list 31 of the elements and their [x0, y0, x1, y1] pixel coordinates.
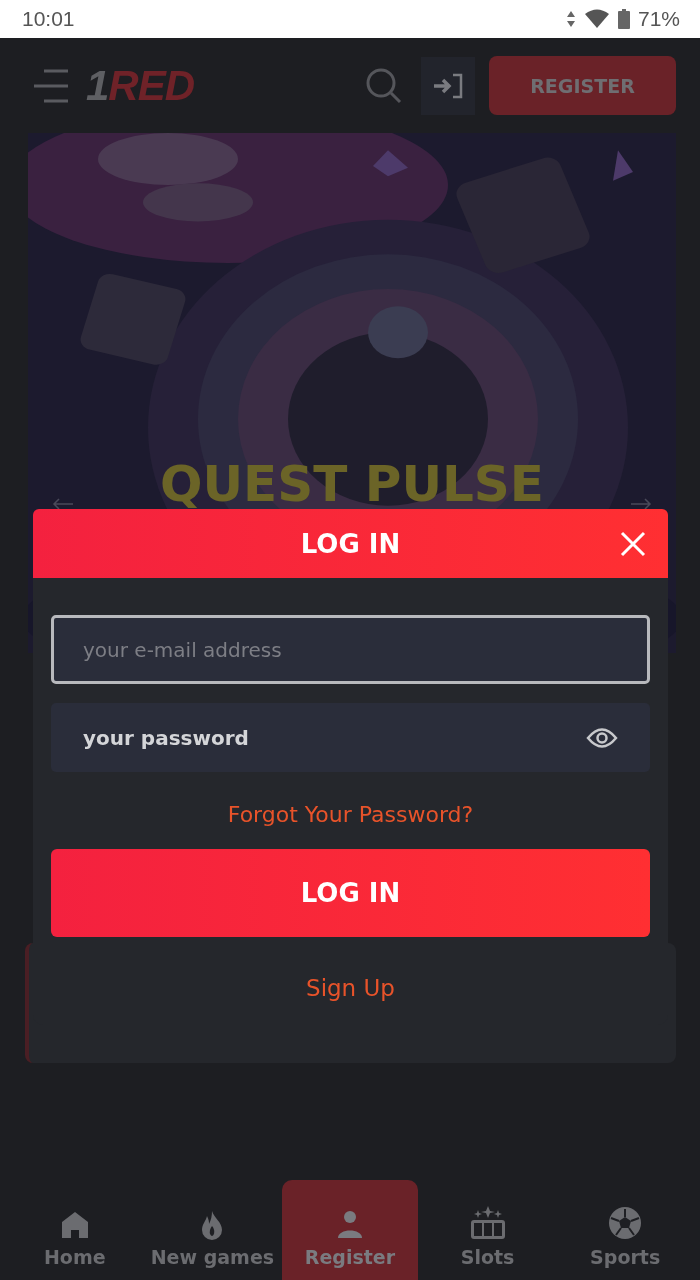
eye-icon[interactable]	[586, 727, 618, 749]
email-field[interactable]: your e-mail address	[51, 615, 650, 684]
slot-machine-icon	[469, 1206, 506, 1240]
data-arrows-icon	[565, 10, 576, 28]
home-icon	[59, 1210, 90, 1240]
right-arrow-icon[interactable]	[630, 498, 652, 510]
logo[interactable]: 1RED	[86, 61, 195, 110]
modal-title: LOG IN	[300, 528, 401, 559]
soccer-ball-icon	[608, 1206, 643, 1240]
nav-tab[interactable]: Home	[6, 1180, 143, 1280]
password-field[interactable]: your password	[51, 703, 650, 772]
sign-up-link[interactable]: Sign Up	[306, 975, 395, 1001]
nav-tab[interactable]: Register	[282, 1180, 418, 1280]
login-submit-button[interactable]: LOG IN	[51, 849, 650, 937]
user-icon	[337, 1210, 363, 1240]
login-button[interactable]	[421, 56, 475, 115]
close-icon[interactable]	[620, 531, 646, 557]
battery-icon	[617, 9, 630, 29]
nav-tab[interactable]: New games	[144, 1180, 281, 1280]
register-button[interactable]: REGISTER	[489, 56, 676, 115]
nav-tab[interactable]: Slots	[419, 1180, 556, 1280]
wifi-icon	[583, 9, 610, 29]
battery-level: 71%	[637, 7, 680, 31]
search-icon[interactable]	[365, 66, 403, 105]
login-arrow-icon	[432, 72, 464, 99]
forgot-password-link[interactable]: Forgot Your Password?	[227, 802, 474, 827]
status-time: 10:01	[22, 7, 75, 31]
nav-tab[interactable]: Sports	[557, 1180, 694, 1280]
left-arrow-icon[interactable]	[52, 498, 74, 510]
flame-icon	[200, 1210, 225, 1240]
banner-title: QUEST PULSE	[158, 455, 546, 513]
